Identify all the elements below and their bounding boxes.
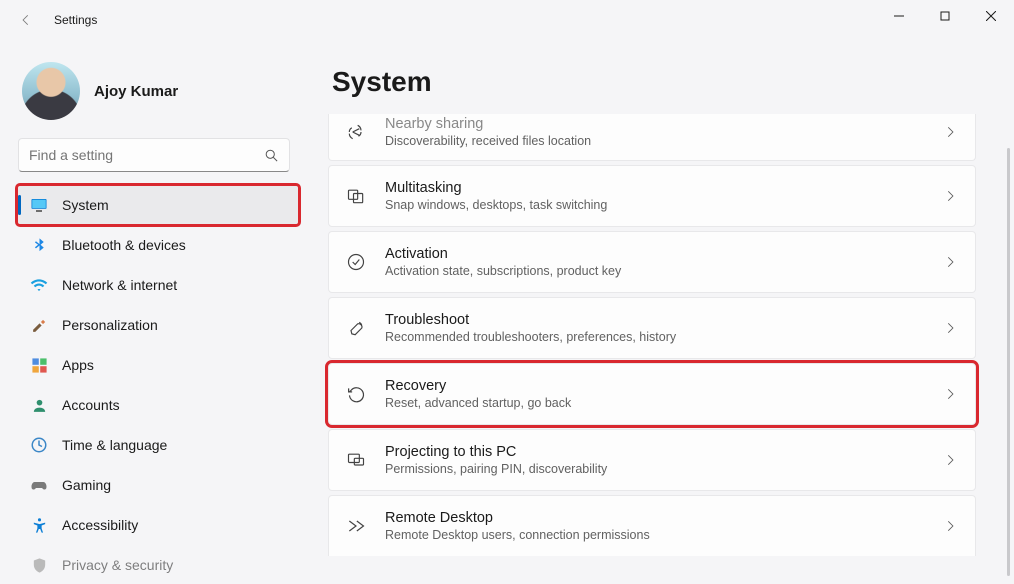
sidebar-item-label: Accounts (62, 397, 120, 413)
chevron-right-icon (943, 125, 957, 139)
card-desc: Snap windows, desktops, task switching (385, 198, 943, 212)
share-icon (345, 121, 367, 143)
card-projecting[interactable]: Projecting to this PC Permissions, pairi… (328, 429, 976, 491)
sidebar-item-bluetooth[interactable]: Bluetooth & devices (18, 226, 298, 264)
chevron-right-icon (943, 189, 957, 203)
shield-icon (30, 556, 48, 574)
multitasking-icon (345, 185, 367, 207)
profile[interactable]: Ajoy Kumar (22, 62, 298, 120)
bluetooth-icon (30, 236, 48, 254)
user-name: Ajoy Kumar (94, 83, 178, 100)
clock-globe-icon (30, 436, 48, 454)
page-title: System (332, 66, 996, 98)
close-button[interactable] (968, 0, 1014, 32)
card-desc: Discoverability, received files location (385, 134, 943, 148)
sidebar-item-privacy[interactable]: Privacy & security (18, 546, 298, 584)
avatar (22, 62, 80, 120)
sidebar-item-label: Privacy & security (62, 557, 173, 573)
card-desc: Remote Desktop users, connection permiss… (385, 528, 943, 542)
sidebar-item-label: Time & language (62, 437, 167, 453)
sidebar-item-label: Apps (62, 357, 94, 373)
card-desc: Reset, advanced startup, go back (385, 396, 943, 410)
maximize-button[interactable] (922, 0, 968, 32)
card-multitasking[interactable]: Multitasking Snap windows, desktops, tas… (328, 165, 976, 227)
main-content: System Nearby sharing Discoverability, r… (310, 40, 1014, 584)
remote-desktop-icon (345, 515, 367, 537)
card-title: Activation (385, 246, 943, 262)
card-title: Projecting to this PC (385, 444, 943, 460)
sidebar-item-accounts[interactable]: Accounts (18, 386, 298, 424)
sidebar-item-system[interactable]: System (18, 186, 298, 224)
wifi-icon (30, 276, 48, 294)
brush-icon (30, 316, 48, 334)
sidebar-item-apps[interactable]: Apps (18, 346, 298, 384)
sidebar-item-accessibility[interactable]: Accessibility (18, 506, 298, 544)
card-title: Multitasking (385, 180, 943, 196)
gamepad-icon (30, 476, 48, 494)
sidebar: Ajoy Kumar System Bluetooth & devices (0, 40, 310, 584)
checkmark-circle-icon (345, 251, 367, 273)
project-icon (345, 449, 367, 471)
settings-list: Nearby sharing Discoverability, received… (328, 114, 996, 556)
sidebar-item-personalization[interactable]: Personalization (18, 306, 298, 344)
card-title: Nearby sharing (385, 116, 943, 132)
card-remote-desktop[interactable]: Remote Desktop Remote Desktop users, con… (328, 495, 976, 556)
card-title: Recovery (385, 378, 943, 394)
titlebar: Settings (0, 0, 1014, 40)
sidebar-item-label: Gaming (62, 477, 111, 493)
chevron-right-icon (943, 321, 957, 335)
scrollbar[interactable] (1007, 148, 1010, 576)
display-icon (30, 196, 48, 214)
card-title: Remote Desktop (385, 510, 943, 526)
card-activation[interactable]: Activation Activation state, subscriptio… (328, 231, 976, 293)
app-title: Settings (54, 13, 97, 27)
sidebar-item-label: Accessibility (62, 517, 138, 533)
card-desc: Recommended troubleshooters, preferences… (385, 330, 943, 344)
apps-icon (30, 356, 48, 374)
card-recovery[interactable]: Recovery Reset, advanced startup, go bac… (328, 363, 976, 425)
sidebar-item-network[interactable]: Network & internet (18, 266, 298, 304)
card-desc: Permissions, pairing PIN, discoverabilit… (385, 462, 943, 476)
sidebar-item-label: System (62, 197, 109, 213)
card-title: Troubleshoot (385, 312, 943, 328)
search-icon (264, 148, 279, 163)
minimize-button[interactable] (876, 0, 922, 32)
chevron-right-icon (943, 519, 957, 533)
search-box[interactable] (18, 138, 290, 172)
recovery-icon (345, 383, 367, 405)
sidebar-item-label: Personalization (62, 317, 158, 333)
wrench-icon (345, 317, 367, 339)
sidebar-item-label: Network & internet (62, 277, 177, 293)
sidebar-item-time[interactable]: Time & language (18, 426, 298, 464)
sidebar-item-label: Bluetooth & devices (62, 237, 186, 253)
back-button[interactable] (16, 10, 36, 30)
sidebar-item-gaming[interactable]: Gaming (18, 466, 298, 504)
person-icon (30, 396, 48, 414)
nav: System Bluetooth & devices Network & int… (18, 186, 298, 584)
chevron-right-icon (943, 453, 957, 467)
accessibility-icon (30, 516, 48, 534)
card-nearby-sharing[interactable]: Nearby sharing Discoverability, received… (328, 114, 976, 161)
window-controls (876, 0, 1014, 32)
chevron-right-icon (943, 387, 957, 401)
chevron-right-icon (943, 255, 957, 269)
card-desc: Activation state, subscriptions, product… (385, 264, 943, 278)
search-input[interactable] (29, 147, 264, 163)
card-troubleshoot[interactable]: Troubleshoot Recommended troubleshooters… (328, 297, 976, 359)
